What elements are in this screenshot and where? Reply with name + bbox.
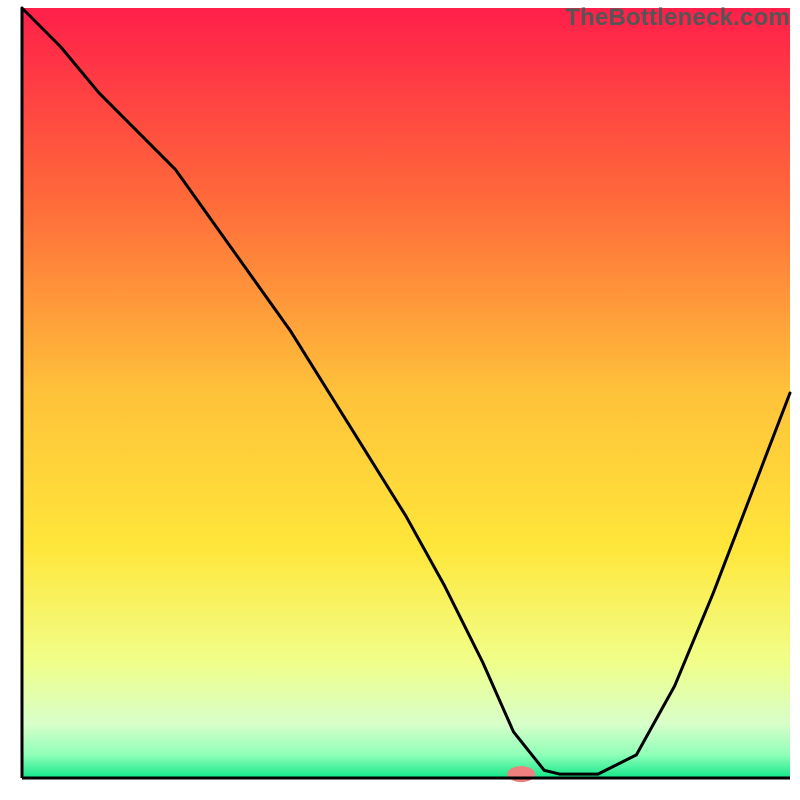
chart-svg [0, 0, 800, 800]
watermark-text: TheBottleneck.com [565, 4, 790, 32]
bottleneck-chart: TheBottleneck.com [0, 0, 800, 800]
optimum-marker [507, 766, 535, 782]
gradient-background [22, 8, 790, 778]
